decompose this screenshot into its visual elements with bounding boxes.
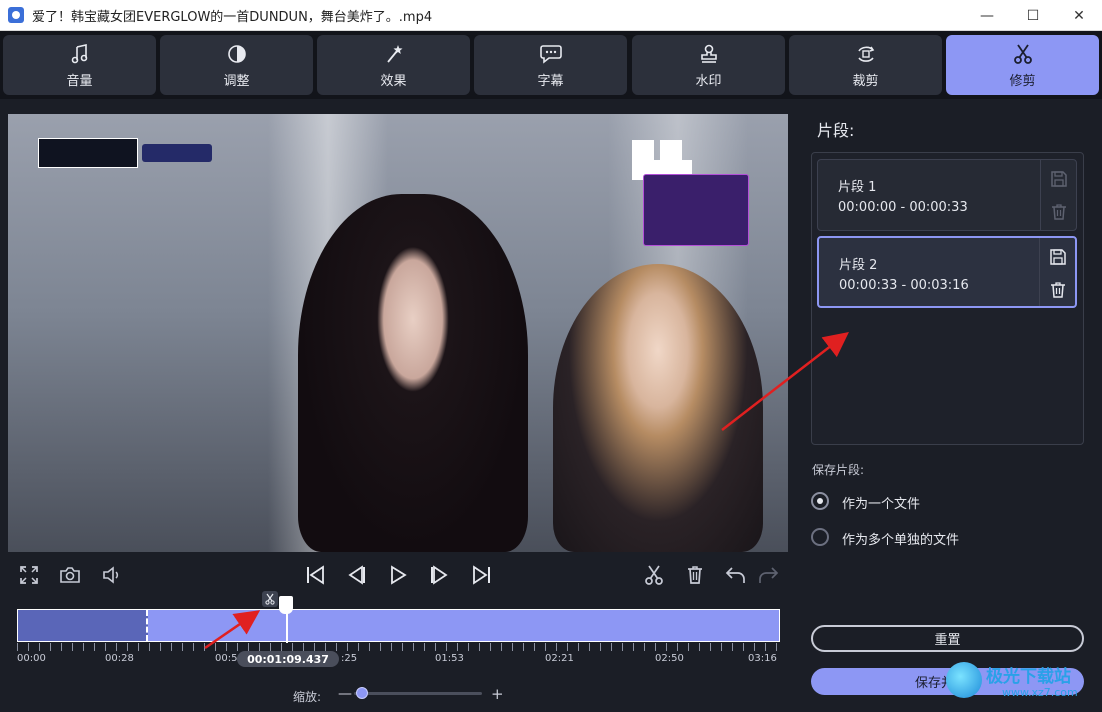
arrow-to-clip bbox=[721, 331, 849, 431]
annotation-arrows bbox=[204, 331, 849, 650]
arrow-to-split-marker bbox=[204, 610, 261, 650]
